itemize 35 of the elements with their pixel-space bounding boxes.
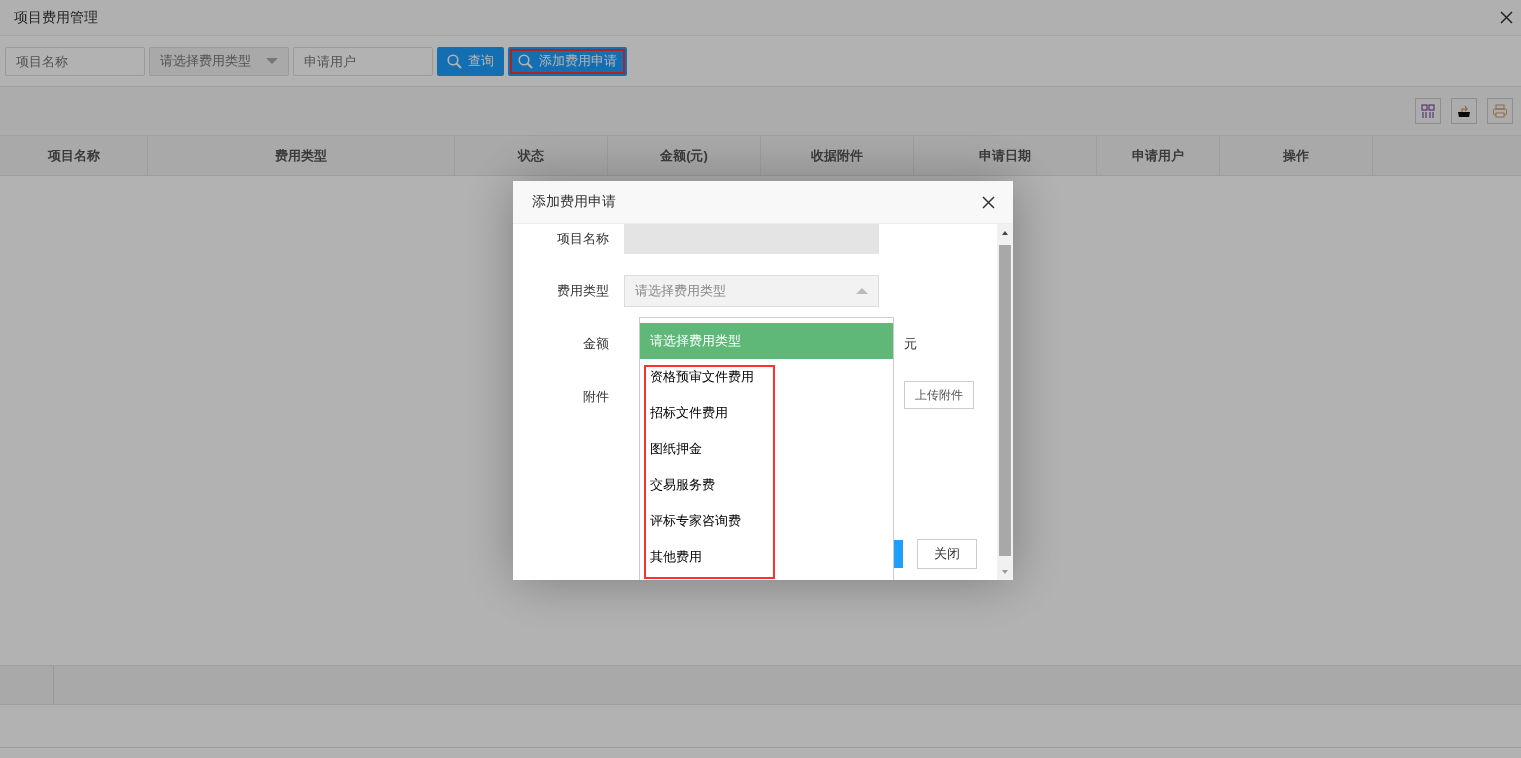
field-label: 金额 [582, 335, 610, 353]
dialog-title: 添加费用申请 [532, 193, 616, 211]
close-icon[interactable] [1500, 11, 1513, 24]
field-label: 附件 [582, 388, 610, 406]
column-header: 项目名称 [0, 136, 148, 175]
column-header: 费用类型 [148, 136, 455, 175]
search-field[interactable]: 申请用户 [293, 46, 433, 76]
close-button[interactable]: 关闭 [917, 539, 977, 569]
dropdown-option[interactable]: 评标专家咨询费 [640, 503, 893, 539]
close-icon[interactable] [982, 195, 995, 209]
scroll-up-icon[interactable] [1001, 229, 1009, 237]
column-header: 操作 [1220, 136, 1373, 175]
print-icon[interactable] [1487, 98, 1513, 124]
dropdown-option[interactable]: 资格预审文件费用 [640, 359, 893, 395]
dropdown-option[interactable]: 交易服务费 [640, 467, 893, 503]
column-header: 申请用户 [1097, 136, 1220, 175]
dropdown-option[interactable]: 其他费用 [640, 539, 893, 575]
search-icon [518, 53, 533, 69]
scrollbar[interactable] [997, 224, 1013, 580]
column-header: 金额(元) [608, 136, 761, 175]
columns-icon[interactable] [1415, 98, 1441, 124]
search-icon [447, 53, 462, 69]
column-header: 状态 [455, 136, 608, 175]
export-icon[interactable] [1451, 98, 1477, 124]
field-label: 项目名称 [556, 230, 610, 248]
unit-label: 元 [904, 335, 917, 353]
dropdown-option[interactable]: 图纸押金 [640, 431, 893, 467]
dropdown-option[interactable]: 招标文件费用 [640, 395, 893, 431]
page-title: 项目费用管理 [14, 8, 98, 27]
upload-button[interactable]: 上传附件 [904, 381, 974, 409]
column-header: 收据附件 [761, 136, 914, 175]
column-header: 申请日期 [914, 136, 1097, 175]
scroll-down-icon[interactable] [1001, 568, 1009, 576]
field-label: 费用类型 [556, 282, 610, 300]
search-field[interactable]: 项目名称 [5, 46, 145, 76]
